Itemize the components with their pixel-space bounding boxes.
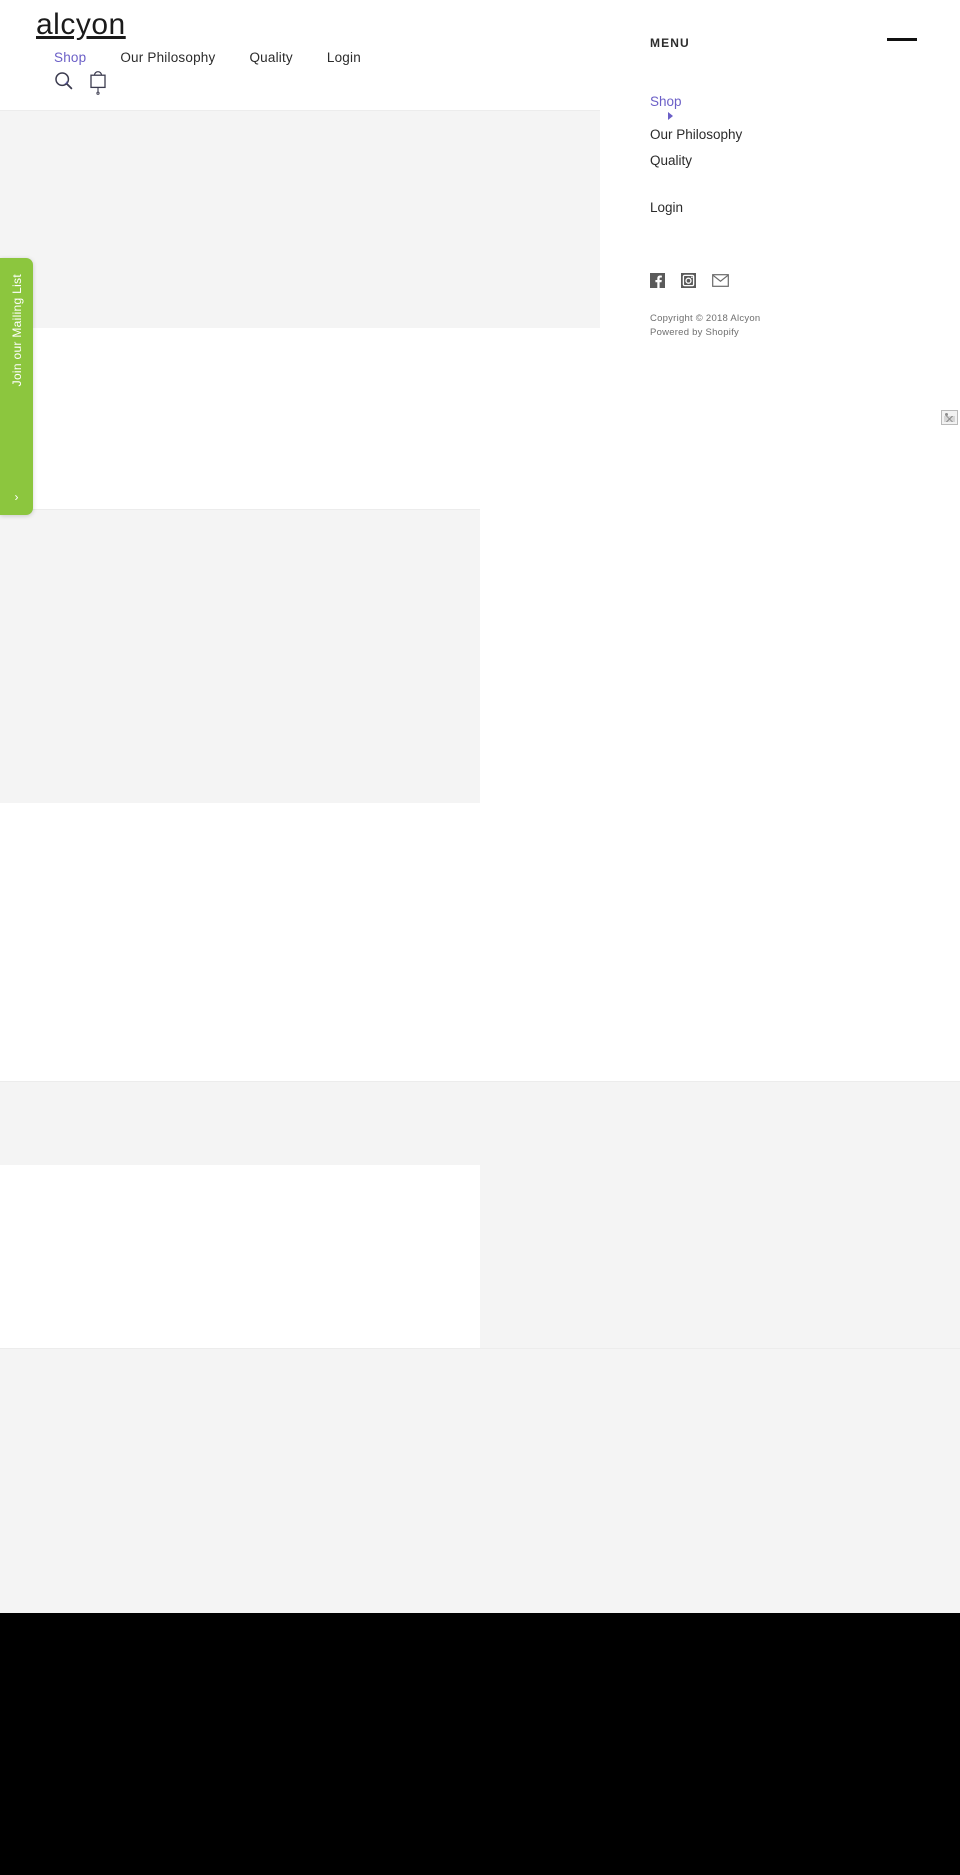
menu-item-login: Login [650,196,960,219]
footer-band [0,1613,960,1875]
cart-icon [90,71,106,95]
email-icon [712,274,729,287]
page-root: alcyon Shop Our Philosophy Quality Login [0,0,960,1875]
cart-button[interactable] [89,71,107,95]
menu-link-list: Shop Our Philosophy Quality Login [650,90,960,219]
nav-item-login[interactable]: Login [327,50,361,65]
legal-block: Copyright © 2018 Alcyon Powered by Shopi… [650,312,960,340]
email-link[interactable] [712,274,729,287]
menu-link-login[interactable]: Login [650,196,683,219]
menu-link-quality[interactable]: Quality [650,149,692,172]
grid-row3-right [480,1348,960,1613]
submenu-caret-icon[interactable] [668,112,673,120]
copyright-text: Copyright © 2018 Alcyon [650,313,761,324]
menu-link-shop[interactable]: Shop [650,90,682,113]
social-links [650,273,960,288]
menu-item-quality: Quality [650,149,960,172]
facebook-link[interactable] [650,273,665,288]
header-utilities [36,71,620,95]
search-icon [55,72,73,90]
grid-row2-left [0,1165,480,1348]
nav-item-shop[interactable]: Shop [54,50,86,65]
mailing-list-tab-label: Join our Mailing List [9,274,24,387]
broken-image-middle-icon [941,410,958,425]
site-header: alcyon Shop Our Philosophy Quality Login [0,0,620,95]
nav-item-our-philosophy[interactable]: Our Philosophy [120,50,215,65]
hero-placeholder [0,110,600,328]
menu-panel: MENU Shop Our Philosophy Quality Login C… [620,0,960,400]
instagram-icon [681,273,696,288]
grid-row1-left [0,1081,480,1165]
primary-navigation: Shop Our Philosophy Quality Login [36,50,620,65]
mailing-list-tab[interactable]: Join our Mailing List › [0,258,33,515]
menu-toggle-button[interactable] [887,38,917,41]
grid-row3-left [0,1348,480,1613]
nav-item-quality[interactable]: Quality [249,50,292,65]
feature-left-placeholder [0,509,480,803]
menu-item-our-philosophy: Our Philosophy [650,123,960,146]
band-white-placeholder [0,803,960,1081]
search-button[interactable] [54,71,73,90]
powered-by-text[interactable]: Powered by Shopify [650,326,960,340]
chevron-right-icon: › [14,490,19,504]
menu-link-our-philosophy[interactable]: Our Philosophy [650,123,742,146]
instagram-link[interactable] [681,273,696,288]
site-logo[interactable]: alcyon [36,10,620,40]
menu-item-shop: Shop [650,90,960,120]
feature-right-placeholder [480,509,960,803]
facebook-icon [650,273,665,288]
grid-row1-right [480,1081,960,1348]
